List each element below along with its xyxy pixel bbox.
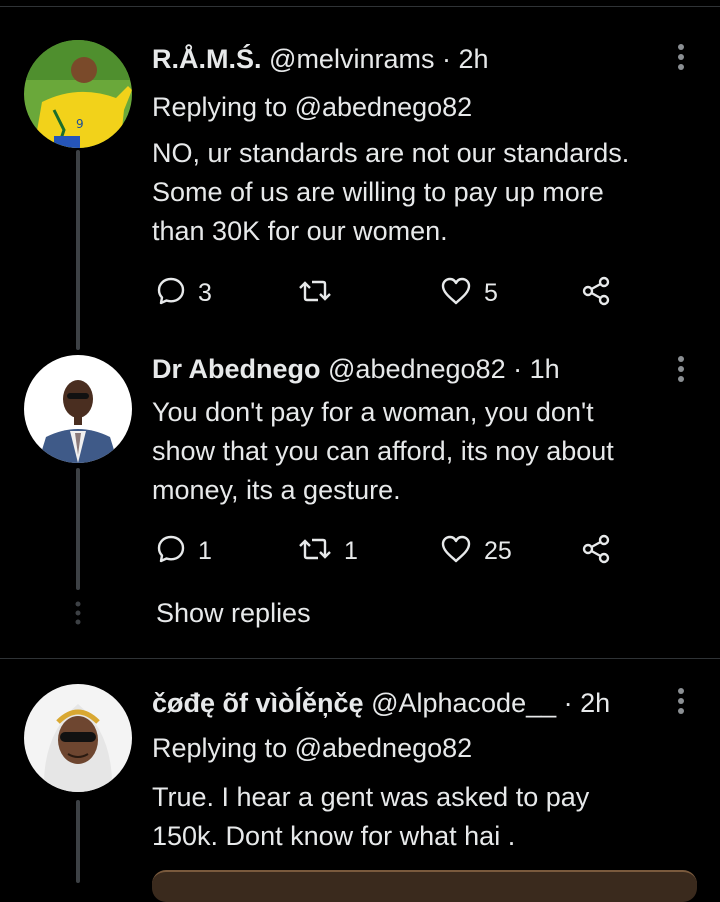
more-vertical-icon[interactable] [674,354,688,384]
heart-icon [440,534,472,569]
retweet-button[interactable] [298,273,344,313]
action-bar: 3 5 [152,273,622,313]
divider [0,658,720,659]
display-name[interactable]: Dr Abednego [152,354,321,384]
action-bar: 1 1 25 [152,531,622,571]
timestamp[interactable]: 2h [459,44,489,74]
tweet-text-line: True. I hear a gent was asked to pay [152,782,590,812]
retweet-count: 1 [344,536,358,565]
user-handle[interactable]: @melvinrams [269,44,434,74]
replying-to[interactable]: Replying to @abednego82 [152,90,472,124]
svg-text:9: 9 [76,117,84,131]
like-button[interactable]: 25 [440,531,512,571]
separator-dot: · [441,44,451,74]
tweet-text-line: money, its a gesture. [152,475,401,505]
reply-button[interactable]: 3 [156,273,212,313]
separator-dot: · [563,688,573,718]
tweet-text: True. I hear a gent was asked to pay 150… [152,778,697,856]
tweet-header: čøđę õf vìòĺěņčę @Alphacode__ · 2h [152,686,610,720]
reply-count: 3 [198,278,212,307]
tweet-text-line: NO, ur standards are not our standards. [152,138,630,168]
thread-line [76,150,80,350]
like-count: 25 [484,536,512,565]
share-button[interactable] [580,531,612,571]
reply-bubble-icon [156,276,186,311]
media-preview[interactable] [152,870,697,902]
tweet-text: You don't pay for a woman, you don't sho… [152,393,697,510]
timestamp[interactable]: 2h [580,688,610,718]
thread-line [76,468,80,590]
share-button[interactable] [580,273,612,313]
avatar[interactable] [24,355,132,463]
share-icon [580,534,612,569]
share-icon [580,276,612,311]
retweet-button[interactable]: 1 [298,531,358,571]
more-vertical-icon[interactable] [674,686,688,716]
like-button[interactable]: 5 [440,273,498,313]
tweet-header: Dr Abednego @abednego82 · 1h [152,352,560,386]
avatar[interactable] [24,684,132,792]
heart-icon [440,276,472,311]
display-name[interactable]: čøđę õf vìòĺěņčę [152,688,364,718]
thread-ellipsis-icon [74,600,82,626]
user-handle[interactable]: @Alphacode__ [371,688,556,718]
reply-count: 1 [198,536,212,565]
display-name[interactable]: R.Å.M.Ś. [152,44,262,74]
tweet-text: NO, ur standards are not our standards. … [152,134,697,251]
separator-dot: · [513,354,523,384]
replying-to[interactable]: Replying to @abednego82 [152,731,472,765]
user-handle[interactable]: @abednego82 [328,354,506,384]
top-divider [0,6,720,7]
thread-line [76,800,80,883]
tweet-text-line: than 30K for our women. [152,216,448,246]
avatar[interactable]: 9 [24,40,132,148]
reply-bubble-icon [156,534,186,569]
show-replies-link[interactable]: Show replies [156,596,311,630]
more-vertical-icon[interactable] [674,42,688,72]
timestamp[interactable]: 1h [530,354,560,384]
tweet-text-line: 150k. Dont know for what hai . [152,821,516,851]
tweet-text-line: Some of us are willing to pay up more [152,177,604,207]
like-count: 5 [484,278,498,307]
retweet-icon [298,276,332,311]
retweet-icon [298,534,332,569]
tweet-text-line: You don't pay for a woman, you don't [152,397,594,427]
reply-button[interactable]: 1 [156,531,212,571]
tweet-header: R.Å.M.Ś. @melvinrams · 2h [152,42,489,76]
tweet-text-line: show that you can afford, its noy about [152,436,614,466]
